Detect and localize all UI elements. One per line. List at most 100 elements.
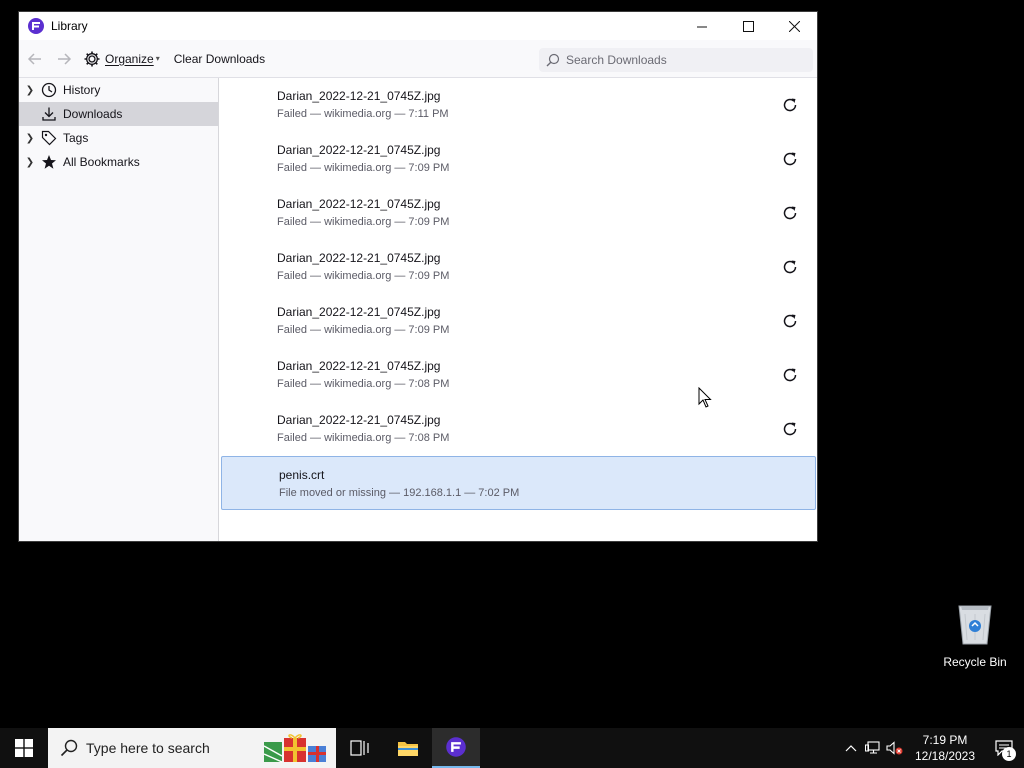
gifts-illustration-icon bbox=[263, 734, 326, 763]
desktop: Library Organize ▾ Clear Downloads Searc… bbox=[0, 0, 1024, 728]
taskbar-search-box[interactable] bbox=[48, 728, 336, 768]
retry-button[interactable] bbox=[781, 150, 799, 168]
clear-downloads-label: Clear Downloads bbox=[173, 51, 266, 66]
expand-chevron-icon[interactable]: ❯ bbox=[19, 157, 41, 168]
title-bar[interactable]: Library bbox=[19, 12, 817, 40]
expand-chevron-icon[interactable]: ❯ bbox=[19, 85, 41, 96]
download-status: Failed — wikimedia.org — 7:09 PM bbox=[277, 216, 450, 228]
taskbar: 7:19 PM 12/18/2023 1 bbox=[0, 728, 1024, 768]
download-filename: Darian_2022-12-21_0745Z.jpg bbox=[277, 89, 441, 103]
download-item[interactable]: Darian_2022-12-21_0745Z.jpg Failed — wik… bbox=[220, 240, 817, 294]
notification-count-badge: 1 bbox=[1002, 747, 1016, 761]
window-title: Library bbox=[51, 19, 88, 33]
sidebar-item-tags[interactable]: ❯ Tags bbox=[19, 126, 218, 150]
network-icon bbox=[865, 741, 880, 754]
arrow-left-icon bbox=[27, 52, 41, 65]
retry-button[interactable] bbox=[781, 96, 799, 114]
recycle-bin-label: Recycle Bin bbox=[943, 655, 1007, 669]
search-icon bbox=[546, 53, 560, 67]
retry-icon bbox=[783, 422, 797, 436]
retry-button[interactable] bbox=[781, 312, 799, 330]
file-explorer-button[interactable] bbox=[384, 728, 432, 768]
star-icon bbox=[41, 154, 57, 170]
library-sidebar: ❯ History ❯ Downloads ❯ Tags bbox=[19, 78, 219, 541]
library-toolbar: Organize ▾ Clear Downloads bbox=[19, 40, 817, 78]
show-hidden-icons-button[interactable] bbox=[840, 728, 862, 768]
browser-logo-icon bbox=[446, 737, 466, 757]
search-icon bbox=[60, 739, 78, 757]
clear-downloads-button[interactable]: Clear Downloads bbox=[170, 46, 269, 72]
network-button[interactable] bbox=[862, 728, 884, 768]
recycle-bin[interactable]: Recycle Bin bbox=[940, 600, 1010, 669]
download-status: Failed — wikimedia.org — 7:09 PM bbox=[277, 162, 450, 174]
minimize-button[interactable] bbox=[679, 12, 725, 40]
library-window: Library Organize ▾ Clear Downloads Searc… bbox=[18, 11, 818, 542]
volume-muted-icon bbox=[886, 741, 903, 755]
download-filename: Darian_2022-12-21_0745Z.jpg bbox=[277, 413, 441, 427]
mouse-cursor-icon bbox=[698, 387, 712, 408]
maximize-icon bbox=[742, 20, 754, 32]
download-icon bbox=[41, 106, 57, 122]
action-center-button[interactable]: 1 bbox=[984, 728, 1024, 768]
download-status: Failed — wikimedia.org — 7:09 PM bbox=[277, 324, 450, 336]
chevron-up-icon bbox=[845, 745, 857, 752]
search-box[interactable] bbox=[539, 48, 813, 72]
start-button[interactable] bbox=[0, 728, 48, 768]
gear-icon bbox=[84, 51, 100, 66]
system-tray: 7:19 PM 12/18/2023 1 bbox=[840, 728, 1024, 768]
retry-button[interactable] bbox=[781, 366, 799, 384]
sidebar-item-label: History bbox=[63, 83, 101, 97]
sidebar-item-label: All Bookmarks bbox=[63, 155, 140, 169]
sidebar-item-all-bookmarks[interactable]: ❯ All Bookmarks bbox=[19, 150, 218, 174]
browser-taskbar-button[interactable] bbox=[432, 728, 480, 768]
close-button[interactable] bbox=[771, 12, 817, 40]
task-view-icon bbox=[350, 740, 369, 756]
download-filename: Darian_2022-12-21_0745Z.jpg bbox=[277, 305, 441, 319]
taskbar-clock[interactable]: 7:19 PM 12/18/2023 bbox=[906, 732, 984, 764]
download-item[interactable]: Darian_2022-12-21_0745Z.jpg Failed — wik… bbox=[220, 402, 817, 456]
search-downloads-input[interactable] bbox=[566, 53, 806, 67]
clock-date: 12/18/2023 bbox=[914, 749, 976, 763]
organize-label: Organize bbox=[105, 51, 154, 66]
back-button[interactable] bbox=[22, 46, 48, 72]
retry-button[interactable] bbox=[781, 258, 799, 276]
retry-icon bbox=[783, 98, 797, 112]
download-status: Failed — wikimedia.org — 7:09 PM bbox=[277, 270, 450, 282]
expand-chevron-icon[interactable]: ❯ bbox=[19, 133, 41, 144]
chevron-down-icon: ▾ bbox=[155, 54, 160, 63]
arrow-right-icon bbox=[58, 52, 72, 65]
download-status: File moved or missing — 192.168.1.1 — 7:… bbox=[279, 487, 520, 499]
maximize-button[interactable] bbox=[725, 12, 771, 40]
download-item[interactable]: Darian_2022-12-21_0745Z.jpg Failed — wik… bbox=[220, 132, 817, 186]
download-item[interactable]: Darian_2022-12-21_0745Z.jpg Failed — wik… bbox=[220, 294, 817, 348]
taskbar-search-input[interactable] bbox=[86, 740, 256, 756]
forward-button[interactable] bbox=[51, 46, 77, 72]
retry-icon bbox=[783, 368, 797, 382]
tag-icon bbox=[41, 130, 57, 146]
download-item[interactable]: Darian_2022-12-21_0745Z.jpg Failed — wik… bbox=[220, 348, 817, 402]
sidebar-item-label: Tags bbox=[63, 131, 89, 145]
download-item[interactable]: Darian_2022-12-21_0745Z.jpg Failed — wik… bbox=[220, 78, 817, 132]
sidebar-item-history[interactable]: ❯ History bbox=[19, 78, 218, 102]
volume-button[interactable] bbox=[884, 728, 906, 768]
downloads-list: Darian_2022-12-21_0745Z.jpg Failed — wik… bbox=[220, 78, 817, 541]
sidebar-item-downloads[interactable]: ❯ Downloads bbox=[19, 102, 218, 126]
retry-button[interactable] bbox=[781, 204, 799, 222]
task-view-button[interactable] bbox=[336, 728, 384, 768]
minimize-icon bbox=[696, 26, 707, 27]
retry-icon bbox=[783, 152, 797, 166]
organize-button[interactable]: Organize ▾ bbox=[79, 46, 164, 72]
clock-time: 7:19 PM bbox=[922, 733, 968, 747]
download-filename: Darian_2022-12-21_0745Z.jpg bbox=[277, 251, 441, 265]
browser-logo-icon bbox=[28, 18, 44, 34]
download-item-selected[interactable]: penis.crt File moved or missing — 192.16… bbox=[221, 456, 816, 510]
recycle-bin-icon bbox=[958, 605, 992, 645]
retry-icon bbox=[783, 314, 797, 328]
download-item[interactable]: Darian_2022-12-21_0745Z.jpg Failed — wik… bbox=[220, 186, 817, 240]
download-status: Failed — wikimedia.org — 7:08 PM bbox=[277, 378, 450, 390]
windows-logo-icon bbox=[15, 739, 33, 757]
retry-icon bbox=[783, 206, 797, 220]
window-controls bbox=[679, 12, 817, 40]
download-status: Failed — wikimedia.org — 7:08 PM bbox=[277, 432, 450, 444]
retry-button[interactable] bbox=[781, 420, 799, 438]
